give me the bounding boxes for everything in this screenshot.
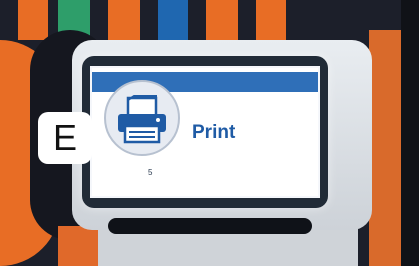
printer-icon — [118, 95, 166, 144]
orange-block — [58, 226, 98, 266]
stripe-orange — [206, 0, 238, 40]
stripe-orange — [18, 0, 48, 40]
stripe-blue — [158, 0, 188, 40]
dark-edge — [401, 0, 419, 266]
stripe-orange — [108, 0, 140, 40]
step-badge: E — [38, 112, 92, 164]
print-label: Print — [192, 122, 236, 143]
touch-screen[interactable]: Print 5 — [90, 66, 320, 198]
stripe-orange — [256, 0, 286, 40]
paper-output-slot — [108, 218, 312, 234]
copy-count: 5 — [148, 168, 153, 177]
